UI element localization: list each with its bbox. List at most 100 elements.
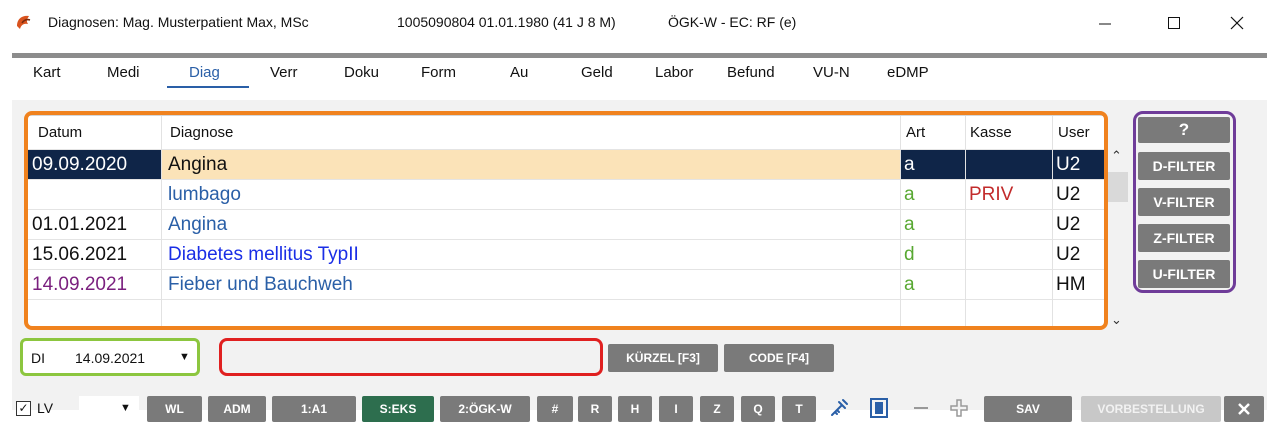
cell-art: d xyxy=(904,244,915,265)
t-button[interactable]: T xyxy=(782,396,816,422)
cell-user: U2 xyxy=(1056,244,1081,265)
cell-user: HM xyxy=(1056,274,1086,295)
maximize-button[interactable] xyxy=(1144,6,1204,40)
column-divider xyxy=(1052,116,1053,328)
column-divider xyxy=(965,116,966,328)
cell-user: U2 xyxy=(1056,214,1081,235)
minimize-icon xyxy=(1099,23,1111,25)
close-dialog-button[interactable] xyxy=(1224,396,1264,422)
hash-button[interactable]: # xyxy=(537,396,573,422)
table-row[interactable]: 01.01.2021 Angina a U2 xyxy=(28,209,1104,239)
table-row[interactable]: 14.09.2021 Fieber und Bauchweh a HM xyxy=(28,269,1104,299)
cell-kasse: PRIV xyxy=(969,184,1014,205)
tab-vu-n[interactable]: VU-N xyxy=(813,64,850,81)
u-filter-button[interactable]: U-FILTER xyxy=(1138,260,1230,288)
table-row[interactable]: 09.09.2020 Angina a U2 xyxy=(28,149,1106,180)
tab-geld[interactable]: Geld xyxy=(581,64,613,81)
table-row[interactable]: 15.06.2021 Diabetes mellitus TypII d U2 xyxy=(28,239,1104,269)
vorbestellung-button[interactable]: VORBESTELLUNG xyxy=(1081,396,1221,422)
code-button[interactable]: CODE [F4] xyxy=(724,344,834,372)
column-divider xyxy=(161,116,162,328)
tab-befund[interactable]: Befund xyxy=(727,64,775,81)
maximize-icon xyxy=(1168,17,1180,29)
title-divider xyxy=(12,53,1267,58)
table-row[interactable]: lumbago a PRIV U2 xyxy=(28,179,1104,209)
cell-diagnose: lumbago xyxy=(168,184,241,205)
q-button[interactable]: Q xyxy=(741,396,775,422)
scrollbar-thumb[interactable] xyxy=(1108,172,1128,202)
tab-diag[interactable]: Diag xyxy=(189,64,220,81)
h-button[interactable]: H xyxy=(618,396,652,422)
tab-edmp[interactable]: eDMP xyxy=(887,64,929,81)
insurance-info: ÖGK-W - EC: RF (e) xyxy=(668,14,797,30)
tab-kart[interactable]: Kart xyxy=(33,64,61,81)
chevron-down-icon[interactable]: ▼ xyxy=(179,351,190,363)
tab-labor[interactable]: Labor xyxy=(655,64,693,81)
minimize-button[interactable] xyxy=(1075,6,1135,40)
v-filter-button[interactable]: V-FILTER xyxy=(1138,188,1230,216)
scroll-up-icon[interactable]: ⌃ xyxy=(1111,148,1122,164)
column-header-user[interactable]: User xyxy=(1058,124,1090,141)
diagnosis-input[interactable] xyxy=(219,338,603,376)
r-button[interactable]: R xyxy=(578,396,612,422)
column-header-diagnose[interactable]: Diagnose xyxy=(170,124,233,141)
cell-diagnose: Angina xyxy=(168,214,228,235)
help-button[interactable]: ? xyxy=(1138,117,1230,143)
diagnosen-window: Diagnosen: Mag. Musterpatient Max, MSc 1… xyxy=(0,0,1275,435)
i-button[interactable]: I xyxy=(659,396,693,422)
cell-datum: 15.06.2021 xyxy=(32,244,128,265)
date-selector[interactable]: DI 14.09.2021 ▼ xyxy=(20,338,200,376)
close-window-button[interactable] xyxy=(1207,6,1267,40)
close-icon xyxy=(1230,16,1244,30)
column-header-art[interactable]: Art xyxy=(906,124,925,141)
z-filter-button[interactable]: Z-FILTER xyxy=(1138,224,1230,252)
selected-cell-bg xyxy=(966,150,1052,180)
column-divider xyxy=(900,116,901,328)
oegk-w-button[interactable]: 2:ÖGK-W xyxy=(440,396,530,422)
kuerzel-button[interactable]: KÜRZEL [F3] xyxy=(608,344,718,372)
scroll-down-icon[interactable]: ⌄ xyxy=(1111,312,1122,328)
window-title: Diagnosen: Mag. Musterpatient Max, MSc xyxy=(48,14,309,30)
plus-icon[interactable] xyxy=(948,397,970,419)
column-header-kasse[interactable]: Kasse xyxy=(970,124,1012,141)
tab-verr[interactable]: Verr xyxy=(270,64,298,81)
cell-art: a xyxy=(904,214,915,235)
syringe-icon[interactable] xyxy=(828,397,850,419)
di-label: DI xyxy=(31,350,45,366)
cell-datum: 09.09.2020 xyxy=(32,154,128,175)
eks-button[interactable]: S:EKS xyxy=(362,396,434,422)
wl-button[interactable]: WL xyxy=(147,396,202,422)
title-bar: Diagnosen: Mag. Musterpatient Max, MSc 1… xyxy=(0,0,1275,46)
table-row[interactable] xyxy=(28,299,1104,329)
document-icon[interactable] xyxy=(868,397,890,419)
chevron-down-icon[interactable]: ▼ xyxy=(120,402,131,414)
close-icon xyxy=(1238,403,1250,415)
table-header: Datum Diagnose Art Kasse User xyxy=(28,116,1104,149)
cell-diagnose: Diabetes mellitus TypII xyxy=(168,244,359,265)
tab-medi[interactable]: Medi xyxy=(107,64,140,81)
di-date[interactable]: 14.09.2021 xyxy=(75,350,145,366)
active-tab-indicator xyxy=(167,86,249,88)
app-logo-icon xyxy=(17,15,31,29)
cell-datum: 01.01.2021 xyxy=(32,214,128,235)
minus-icon[interactable] xyxy=(910,397,932,419)
tab-form[interactable]: Form xyxy=(421,64,456,81)
a1-button[interactable]: 1:A1 xyxy=(272,396,356,422)
cell-art: a xyxy=(904,274,915,295)
cell-diagnose: Fieber und Bauchweh xyxy=(168,274,353,295)
cell-user: U2 xyxy=(1056,184,1081,205)
cell-art: a xyxy=(904,184,915,205)
cell-art: a xyxy=(904,154,915,175)
adm-button[interactable]: ADM xyxy=(208,396,266,422)
lv-label: LV xyxy=(37,400,54,416)
tab-doku[interactable]: Doku xyxy=(344,64,379,81)
z-button[interactable]: Z xyxy=(700,396,734,422)
tab-au[interactable]: Au xyxy=(510,64,528,81)
cell-user: U2 xyxy=(1056,154,1081,175)
cell-diagnose: Angina xyxy=(168,154,228,175)
d-filter-button[interactable]: D-FILTER xyxy=(1138,152,1230,180)
column-header-datum[interactable]: Datum xyxy=(38,124,82,141)
lv-checkbox[interactable]: ✓ xyxy=(16,401,31,416)
save-button[interactable]: SAV xyxy=(984,396,1072,422)
cell-datum: 14.09.2021 xyxy=(32,274,128,295)
